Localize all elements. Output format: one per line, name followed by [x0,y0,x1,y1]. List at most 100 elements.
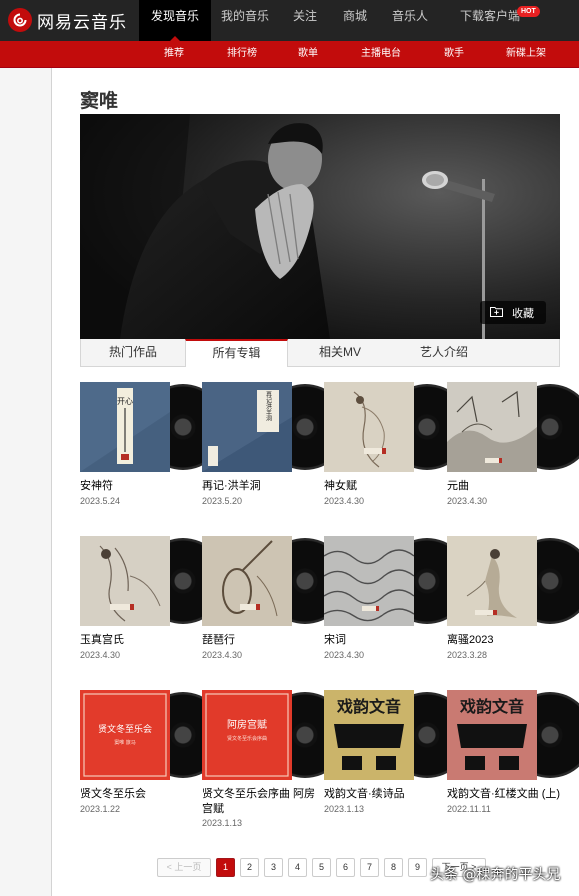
nav-follow[interactable]: 关注 [279,0,331,41]
subnav-new-albums[interactable]: 新碟上架 [500,41,552,67]
album-title[interactable]: 戏韵文音·红楼文曲 (上) [447,787,567,802]
album-cover[interactable]: 再记洪羊洞 [202,382,292,472]
album-cover[interactable] [324,536,414,626]
album-date: 2023.5.20 [202,496,243,506]
nav-label: 关注 [292,9,317,23]
album-date: 2023.4.30 [324,496,365,506]
album-card[interactable]: 琵琶行 2023.4.30 [202,536,348,660]
tab-all-albums[interactable]: 所有专辑 [185,339,288,367]
subnav-radio[interactable]: 主播电台 [355,41,407,67]
album-date: 2023.1.22 [80,804,121,814]
album-date: 2022.11.11 [447,804,491,814]
album-card[interactable]: 开心 安神符 2023.5.24 [80,382,226,506]
top-navbar: 网易云音乐 发现音乐 我的音乐 关注 商城 音乐人 下载客户端 HOT [0,0,579,41]
tab-hot-works[interactable]: 热门作品 [81,339,185,366]
collect-label: 收藏 [512,307,534,320]
album-cover[interactable]: 戏韵文音 [447,690,537,780]
album-title[interactable]: 贤文冬至乐会序曲 阿房宫赋 [202,787,322,817]
netease-music-logo-icon [8,8,32,32]
page-button[interactable]: 8 [384,858,403,877]
cover-subtitle: 窦唯 旅马 [114,739,136,746]
cover-calligraphy: 开心 [117,397,133,406]
tab-related-mv[interactable]: 相关MV [288,339,392,366]
page-button[interactable]: 9 [408,858,427,877]
nav-label: 下载客户端 [459,9,520,23]
page-button[interactable]: 4 [288,858,307,877]
prev-page-button[interactable]: < 上一页 [157,858,211,877]
logo[interactable]: 网易云音乐 [8,6,127,34]
cover-title: 贤文冬至乐会 [98,723,152,735]
album-date: 2023.4.30 [202,650,243,660]
cover-title: 阿房宫赋 [227,718,267,731]
collect-artist-button[interactable]: 收藏 [480,301,546,324]
sub-navbar: 推荐 排行榜 歌单 主播电台 歌手 新碟上架 [0,41,579,68]
album-cover[interactable]: 开心 [80,382,170,472]
page-button[interactable]: 2 [240,858,259,877]
album-cover[interactable]: 贤文冬至乐会窦唯 旅马 [80,690,170,780]
album-title[interactable]: 再记·洪羊洞 [202,479,322,494]
album-date: 2023.4.30 [447,496,488,506]
nav-label: 发现音乐 [150,9,199,23]
nav-label: 我的音乐 [220,9,269,23]
subnav-charts[interactable]: 排行榜 [218,41,266,67]
page-button[interactable]: 7 [360,858,379,877]
album-title[interactable]: 贤文冬至乐会 [80,787,200,802]
nav-discover[interactable]: 发现音乐 [139,0,211,41]
album-cover[interactable] [447,536,537,626]
album-card[interactable]: 神女赋 2023.4.30 [324,382,470,506]
album-cover[interactable] [447,382,537,472]
album-card[interactable]: 阿房宫赋贤文冬至乐会序曲 贤文冬至乐会序曲 阿房宫赋 2023.1.13 [202,690,348,828]
artist-banner-photo: 收藏 [80,114,560,339]
nav-musician[interactable]: 音乐人 [379,0,441,41]
subnav-playlists[interactable]: 歌单 [289,41,327,67]
album-title[interactable]: 神女赋 [324,479,444,494]
album-card[interactable]: 戏韵文音 戏韵文音·红楼文曲 (上) 2022.11.11 [447,690,579,814]
tab-artist-intro[interactable]: 艺人介绍 [392,339,496,366]
artist-name: 窦唯 [80,91,119,112]
left-gutter [0,68,51,896]
page-button[interactable]: 6 [336,858,355,877]
cover-calligraphy: 戏韵文音 [459,697,524,716]
album-cover[interactable]: 戏韵文音 [324,690,414,780]
album-title[interactable]: 戏韵文音·续诗品 [324,787,444,802]
album-card[interactable]: 再记洪羊洞 再记·洪羊洞 2023.5.20 [202,382,348,506]
album-title[interactable]: 琵琶行 [202,633,322,648]
watermark-text: 头条 @稞奔的平头兄 [430,867,561,883]
brand-name: 网易云音乐 [37,12,127,32]
page-button[interactable]: 5 [312,858,331,877]
album-title[interactable]: 元曲 [447,479,567,494]
album-cover[interactable]: 阿房宫赋贤文冬至乐会序曲 [202,690,292,780]
nav-my-music[interactable]: 我的音乐 [211,0,279,41]
album-title[interactable]: 宋词 [324,633,444,648]
album-date: 2023.1.13 [324,804,365,814]
subnav-recommend[interactable]: 推荐 [155,41,193,67]
folder-plus-icon [490,306,503,320]
album-card[interactable]: 元曲 2023.4.30 [447,382,579,506]
cover-calligraphy: 戏韵文音 [336,697,401,716]
album-title[interactable]: 玉真宫氏 [80,633,200,648]
album-title[interactable]: 安神符 [80,479,200,494]
album-card[interactable]: 戏韵文音 戏韵文音·续诗品 2023.1.13 [324,690,470,814]
album-date: 2023.5.24 [80,496,121,506]
nav-mall[interactable]: 商城 [331,0,379,41]
album-cover[interactable] [80,536,170,626]
cover-calligraphy: 再记洪羊洞 [265,391,272,421]
album-card[interactable]: 玉真宫氏 2023.4.30 [80,536,226,660]
album-title[interactable]: 离骚2023 [447,633,567,648]
artist-tabs: 热门作品 所有专辑 相关MV 艺人介绍 [80,339,560,367]
album-date: 2023.4.30 [324,650,365,660]
cover-subtitle: 贤文冬至乐会序曲 [227,735,267,742]
album-cover[interactable] [202,536,292,626]
album-cover[interactable] [324,382,414,472]
album-date: 2023.4.30 [80,650,121,660]
subnav-artists[interactable]: 歌手 [435,41,473,67]
page-button[interactable]: 3 [264,858,283,877]
album-date: 2023.1.13 [202,818,243,828]
album-date: 2023.3.28 [447,650,488,660]
album-card[interactable]: 宋词 2023.4.30 [324,536,470,660]
album-card[interactable]: 离骚2023 2023.3.28 [447,536,579,660]
hot-badge: HOT [517,6,540,17]
page-button[interactable]: 1 [216,858,235,877]
nav-label: 商城 [342,9,367,23]
album-card[interactable]: 贤文冬至乐会 窦唯 旅马 贤文冬至乐会 2023.1.22 [80,690,226,814]
